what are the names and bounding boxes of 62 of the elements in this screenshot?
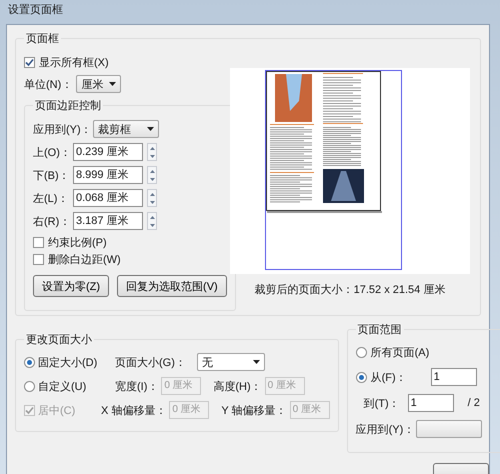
radio-label: 所有页面(A): [370, 346, 430, 360]
spinner-control[interactable]: [147, 189, 157, 207]
caret-icon: [252, 360, 260, 364]
up-arrow-icon: [150, 146, 154, 150]
caret-icon: [147, 127, 154, 131]
down-arrow-icon: [150, 200, 154, 204]
apply-dropdown[interactable]: [416, 420, 482, 438]
group-title: 更改页面大小: [25, 333, 93, 347]
down-arrow-icon: [150, 154, 154, 158]
checkbox[interactable]: [24, 57, 35, 68]
page-total: / 2: [468, 397, 480, 409]
input-field[interactable]: 1: [430, 368, 477, 386]
spinner-control[interactable]: [147, 143, 157, 161]
spinner-control[interactable]: [147, 166, 157, 184]
field-label: 宽度(I)：: [115, 380, 158, 394]
down-arrow-icon: [150, 224, 154, 226]
field-label: 左(L)：: [33, 192, 69, 206]
up-arrow-icon: [150, 170, 154, 172]
field-label: 页面大小(G)：: [115, 356, 186, 370]
field-label: 应用到(Y)：: [356, 422, 412, 436]
checkbox-label: 显示所有框(X): [39, 56, 109, 70]
page-size-caption: 裁剪后的页面大小：17.52 x 21.54 厘米: [254, 282, 446, 297]
down-arrow-icon: [150, 178, 154, 180]
field-label: 到(T)：: [364, 396, 401, 410]
radio-button[interactable]: [24, 356, 35, 368]
apply-dropdown[interactable]: 裁剪框: [93, 120, 159, 138]
unit-dropdown[interactable]: 厘米: [76, 75, 122, 93]
radio-label: 固定大小(D): [38, 356, 98, 370]
dialog-button[interactable]: 设置为零(Z): [33, 275, 110, 297]
input-field[interactable]: 0.239 厘米: [73, 143, 143, 161]
input-field[interactable]: 3.187 厘米: [73, 212, 143, 230]
group-title: 页面边距控制: [34, 99, 102, 113]
checkbox[interactable]: [33, 237, 44, 248]
dialog-button[interactable]: 回复为选取范围(V): [117, 275, 227, 297]
field-label: 应用到(Y)：: [33, 122, 89, 136]
checkbox-label: 居中(C): [38, 404, 76, 418]
caret-icon: [109, 82, 116, 86]
page-size-dropdown[interactable]: 无: [196, 353, 265, 371]
input-field[interactable]: 0.068 厘米: [73, 189, 143, 207]
group-title: 页面范围: [356, 323, 403, 337]
checkbox-label: 约束比例(P): [48, 236, 107, 250]
field-label: 单位(N)：: [24, 78, 72, 92]
radio-label: 从(F)：: [370, 370, 408, 384]
radio-button[interactable]: [24, 380, 35, 392]
input-field[interactable]: 1: [408, 394, 454, 412]
field-label: Y 轴偏移量：: [221, 404, 287, 418]
checkbox-label: 删除白边距(W): [48, 253, 121, 267]
radio-button[interactable]: [356, 372, 367, 382]
field-label: 高度(H)：: [213, 380, 262, 394]
group-title: 页面框: [25, 32, 60, 46]
spinner-control[interactable]: [147, 212, 157, 230]
window-title: 设置页面框: [7, 3, 64, 18]
up-arrow-icon: [150, 216, 154, 218]
up-arrow-icon: [150, 192, 154, 196]
radio-label: 自定义(U): [38, 380, 88, 394]
field-label: 右(R)：: [33, 214, 69, 228]
field-label: 上(O)：: [33, 146, 69, 160]
field-label: 下(B)：: [33, 168, 69, 182]
radio-button[interactable]: [356, 347, 367, 358]
checkbox[interactable]: [33, 254, 44, 265]
field-label: X 轴偏移量：: [101, 404, 166, 418]
input-field[interactable]: 8.999 厘米: [73, 166, 143, 184]
